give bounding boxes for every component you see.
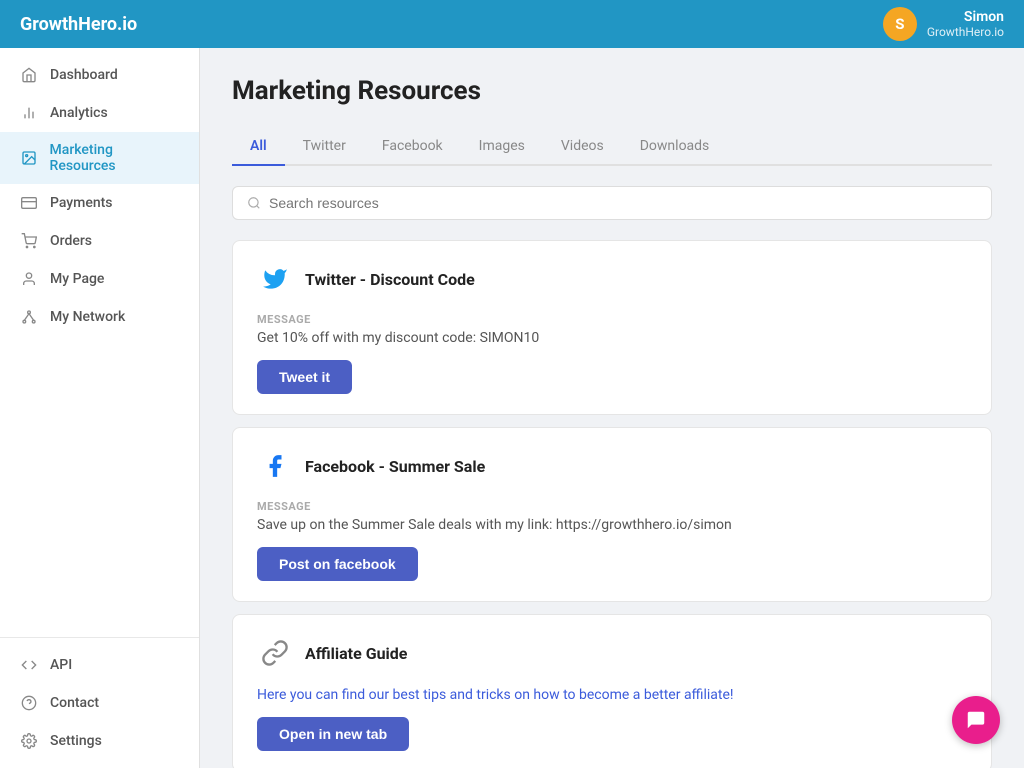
search-bar: [232, 186, 992, 220]
sidebar-main-section: Dashboard Analytics Marketing Resources …: [0, 56, 199, 637]
tab-facebook[interactable]: Facebook: [364, 128, 461, 166]
card-title-facebook-summer: Facebook - Summer Sale: [305, 457, 485, 476]
cart-icon: [20, 232, 38, 250]
code-icon: [20, 656, 38, 674]
sidebar-item-settings[interactable]: Settings: [0, 722, 199, 760]
sidebar-label-orders: Orders: [50, 233, 92, 249]
tab-images[interactable]: Images: [461, 128, 543, 166]
help-icon: [20, 694, 38, 712]
message-text-0: Get 10% off with my discount code: SIMON…: [257, 330, 967, 346]
tabs-bar: All Twitter Facebook Images Videos Downl…: [232, 128, 992, 166]
sidebar-label-settings: Settings: [50, 733, 102, 749]
user-info: Simon GrowthHero.io: [927, 9, 1004, 39]
credit-card-icon: [20, 194, 38, 212]
sidebar-item-marketing-resources[interactable]: Marketing Resources: [0, 132, 199, 184]
resource-card-twitter-discount: Twitter - Discount Code MESSAGE Get 10% …: [232, 240, 992, 415]
tweet-it-button[interactable]: Tweet it: [257, 360, 352, 394]
tab-twitter[interactable]: Twitter: [285, 128, 364, 166]
sidebar-item-payments[interactable]: Payments: [0, 184, 199, 222]
sidebar-item-api[interactable]: API: [0, 646, 199, 684]
sidebar-item-dashboard[interactable]: Dashboard: [0, 56, 199, 94]
home-icon: [20, 66, 38, 84]
sidebar-item-contact[interactable]: Contact: [0, 684, 199, 722]
search-input[interactable]: [269, 195, 977, 211]
sidebar-label-my-page: My Page: [50, 271, 104, 287]
sidebar-label-dashboard: Dashboard: [50, 67, 118, 83]
resource-card-facebook-summer: Facebook - Summer Sale MESSAGE Save up o…: [232, 427, 992, 602]
user-name: Simon: [964, 9, 1004, 25]
sidebar-item-analytics[interactable]: Analytics: [0, 94, 199, 132]
image-icon: [20, 149, 38, 167]
layout: Dashboard Analytics Marketing Resources …: [0, 48, 1024, 768]
affiliate-text: Here you can find our best tips and tric…: [257, 687, 967, 703]
search-icon: [247, 196, 261, 210]
network-icon: [20, 308, 38, 326]
message-label-0: MESSAGE: [257, 313, 967, 326]
sidebar-label-marketing-resources: Marketing Resources: [50, 142, 179, 174]
person-icon: [20, 270, 38, 288]
main-content: Marketing Resources All Twitter Facebook…: [200, 48, 1024, 768]
sidebar-label-api: API: [50, 657, 72, 673]
sidebar-bottom-section: API Contact Settings: [0, 637, 199, 768]
bar-chart-icon: [20, 104, 38, 122]
card-header-affiliate: Affiliate Guide: [257, 635, 967, 671]
chat-bubble-button[interactable]: [952, 696, 1000, 744]
header: GrowthHero.io S Simon GrowthHero.io: [0, 0, 1024, 48]
sidebar-label-analytics: Analytics: [50, 105, 108, 121]
message-text-1: Save up on the Summer Sale deals with my…: [257, 517, 967, 533]
card-header-facebook: Facebook - Summer Sale: [257, 448, 967, 484]
twitter-icon: [257, 261, 293, 297]
sidebar-item-my-network[interactable]: My Network: [0, 298, 199, 336]
sidebar-label-my-network: My Network: [50, 309, 125, 325]
tab-videos[interactable]: Videos: [543, 128, 622, 166]
sidebar-item-my-page[interactable]: My Page: [0, 260, 199, 298]
gear-icon: [20, 732, 38, 750]
post-on-facebook-button[interactable]: Post on facebook: [257, 547, 418, 581]
link-icon: [257, 635, 293, 671]
avatar: S: [883, 7, 917, 41]
user-menu[interactable]: S Simon GrowthHero.io: [883, 7, 1004, 41]
logo: GrowthHero.io: [20, 14, 137, 35]
card-title-affiliate-guide: Affiliate Guide: [305, 644, 407, 663]
sidebar: Dashboard Analytics Marketing Resources …: [0, 48, 200, 768]
user-org: GrowthHero.io: [927, 25, 1004, 39]
message-label-1: MESSAGE: [257, 500, 967, 513]
sidebar-label-contact: Contact: [50, 695, 99, 711]
tab-downloads[interactable]: Downloads: [622, 128, 728, 166]
card-title-twitter-discount: Twitter - Discount Code: [305, 270, 475, 289]
card-header: Twitter - Discount Code: [257, 261, 967, 297]
open-in-new-tab-button[interactable]: Open in new tab: [257, 717, 409, 751]
tab-all[interactable]: All: [232, 128, 285, 166]
page-title: Marketing Resources: [232, 76, 992, 106]
resource-card-affiliate-guide: Affiliate Guide Here you can find our be…: [232, 614, 992, 768]
sidebar-item-orders[interactable]: Orders: [0, 222, 199, 260]
facebook-icon: [257, 448, 293, 484]
sidebar-label-payments: Payments: [50, 195, 113, 211]
